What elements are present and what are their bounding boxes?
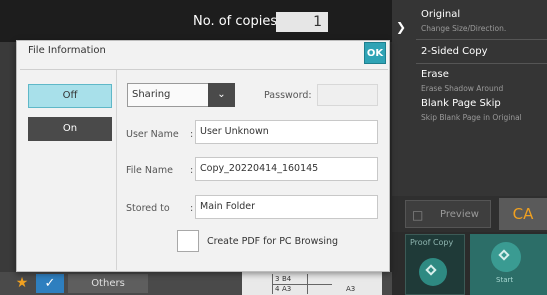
others-button[interactable]: Others <box>68 274 148 293</box>
tray-number: 3 <box>275 275 280 283</box>
function-erase[interactable]: Erase <box>421 69 449 81</box>
function-original[interactable]: Original <box>421 9 460 21</box>
ca-button[interactable]: CA <box>499 198 547 230</box>
create-pdf-checkbox[interactable] <box>177 230 199 252</box>
file-name-label: File Name <box>126 165 173 176</box>
password-field[interactable] <box>317 84 378 106</box>
stored-to-label: Stored to <box>126 203 170 214</box>
colon: : <box>190 203 194 214</box>
user-name-label: User Name <box>126 129 179 140</box>
start-icon <box>491 242 521 272</box>
sharing-select-value: Sharing <box>132 89 171 100</box>
on-button[interactable]: On <box>28 117 112 141</box>
password-label: Password: <box>264 90 312 101</box>
stored-to-field[interactable]: Main Folder <box>195 195 378 219</box>
divider <box>416 63 547 64</box>
off-button[interactable]: Off <box>28 84 112 108</box>
ok-button[interactable]: OK <box>364 42 386 64</box>
tray-number: 4 <box>275 285 280 293</box>
colon: : <box>190 129 194 140</box>
chevron-right-icon[interactable]: ❯ <box>396 20 406 34</box>
divider <box>416 39 547 40</box>
function-original-sub: Change Size/Direction. <box>421 24 507 33</box>
function-blank-page-skip-sub: Skip Blank Page in Original <box>421 113 522 122</box>
preview-label: Preview <box>440 209 479 220</box>
proof-start-icon <box>419 258 447 286</box>
left-strip <box>0 42 16 272</box>
proof-copy-label: Proof Copy <box>410 238 454 247</box>
dialog-title: File Information <box>28 45 106 56</box>
user-name-field[interactable]: User Unknown <box>195 120 378 144</box>
tray-size: B4 <box>282 275 292 283</box>
dialog-vertical-divider <box>116 70 117 270</box>
preview-button[interactable]: □ Preview <box>405 200 491 228</box>
preview-icon: □ <box>412 208 424 222</box>
copies-label: No. of copies <box>193 14 278 29</box>
create-pdf-label: Create PDF for PC Browsing <box>207 236 339 247</box>
tray-size: A3 <box>282 285 292 293</box>
function-blank-page-skip[interactable]: Blank Page Skip <box>421 98 501 110</box>
function-erase-sub: Erase Shadow Around <box>421 84 504 93</box>
function-2-sided-copy[interactable]: 2-Sided Copy <box>421 46 488 58</box>
chevron-down-icon[interactable]: ⌄ <box>208 83 235 107</box>
check-icon[interactable]: ✓ <box>36 274 64 293</box>
copies-input[interactable]: 1 <box>276 12 328 32</box>
start-label: Start <box>496 276 514 284</box>
star-icon[interactable]: ★ <box>12 274 32 293</box>
colon: : <box>190 165 194 176</box>
paper-tray-info: 3 B4 4 A3 A3 <box>242 272 382 295</box>
file-name-field[interactable]: Copy_20220414_160145 <box>195 157 378 181</box>
dialog-divider <box>20 69 388 70</box>
output-size: A3 <box>346 285 356 293</box>
